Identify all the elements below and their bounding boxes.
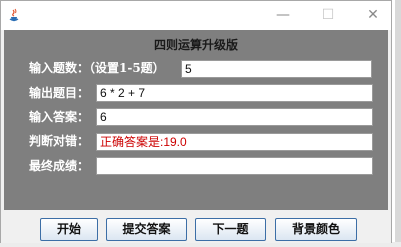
next-question-button[interactable]: 下一题 — [195, 218, 266, 241]
final-score-label: 最终成绩： — [29, 159, 90, 173]
close-icon: ✕ — [367, 7, 379, 23]
close-button[interactable]: ✕ — [353, 3, 393, 27]
minimize-button[interactable]: — — [263, 3, 303, 27]
submit-answer-button[interactable]: 提交答案 — [106, 218, 187, 241]
background-color-button[interactable]: 背景颜色 — [275, 218, 357, 241]
question-count-label: 输入题数：（设置1-5题） — [29, 61, 165, 75]
app-window: — ☐ ✕ 四则运算升级版 输入题数：（设置1-5题） 5 输出题目： 6 * … — [0, 0, 392, 243]
button-bar: 开始 提交答案 下一题 背景颜色 — [1, 210, 391, 243]
title-bar[interactable]: — ☐ ✕ — [1, 1, 391, 30]
main-panel: 四则运算升级版 输入题数：（设置1-5题） 5 输出题目： 6 * 2 + 7 … — [4, 30, 388, 210]
desktop-background — [395, 0, 401, 247]
maximize-icon: ☐ — [321, 7, 335, 23]
minimize-icon: — — [276, 7, 290, 23]
panel-heading: 四则运算升级版 — [153, 38, 238, 52]
java-app-icon — [6, 7, 22, 23]
answer-input[interactable]: 6 — [96, 108, 373, 126]
final-score-field[interactable] — [96, 157, 373, 175]
judge-label: 判断对错： — [29, 134, 90, 148]
question-count-input[interactable]: 5 — [181, 60, 372, 78]
answer-label: 输入答案： — [29, 110, 90, 124]
judge-result-field[interactable]: 正确答案是:19.0 — [96, 133, 373, 151]
start-button[interactable]: 开始 — [40, 218, 98, 241]
maximize-button[interactable]: ☐ — [308, 3, 348, 27]
output-question-field[interactable]: 6 * 2 + 7 — [96, 84, 373, 102]
output-question-label: 输出题目： — [29, 86, 90, 100]
